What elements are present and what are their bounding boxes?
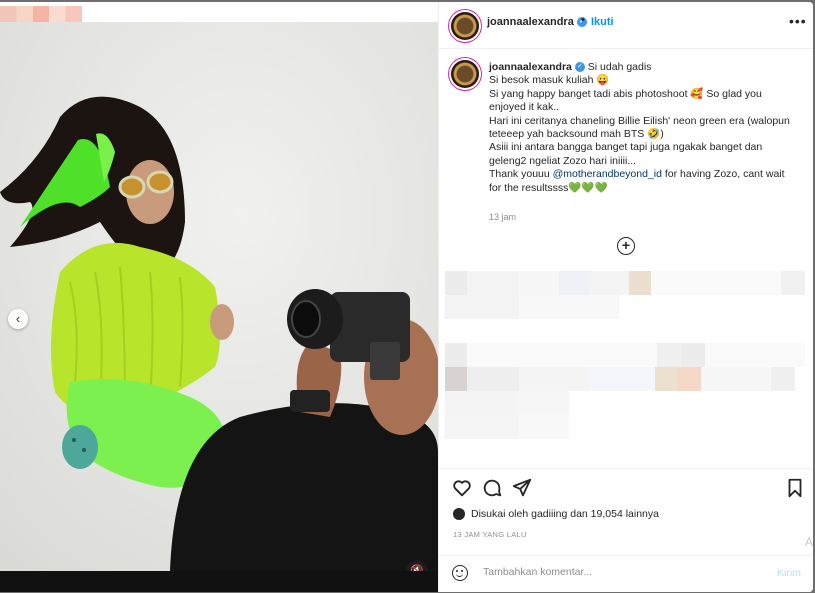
blurred-comment [445,415,569,439]
username: joannaalexandra [487,16,574,28]
comment-input[interactable] [481,565,765,579]
caption-line: for the resultssss💚💚💚 [489,181,608,194]
comment-composer: Kirim [439,555,813,592]
blurred-comment [445,271,805,295]
post-modal: ‹ 🔇 joannaalexandra ✓ • Ikuti ••• joannaa… [0,2,813,592]
caption-line: geleng2 ngeliat Zozo hari iniiii... [489,154,637,167]
caption-line: Hari ini ceritanya chaneling Billie Eili… [489,114,790,127]
load-more-comments-icon[interactable]: + [617,237,635,255]
post-media[interactable]: ‹ 🔇 [0,22,438,571]
emoji-icon[interactable] [452,565,468,581]
post-actions [439,468,813,505]
media-bottom-strip [0,571,438,592]
avatar[interactable] [451,12,479,40]
caption-line: for having Zozo, cant wait [664,168,785,181]
comment-icon[interactable] [481,477,503,499]
caption-username[interactable]: joannaalexandra [489,61,572,73]
post-sidebar: joannaalexandra ✓ • Ikuti ••• joannaalexa… [438,2,813,592]
mention-link[interactable]: @motherandbeyond_id [553,168,662,180]
more-options-icon[interactable]: ••• [789,13,807,29]
caption-avatar[interactable] [451,60,479,88]
username-link[interactable]: joannaalexandra ✓ [487,16,587,28]
offscreen-text-fragment: A [805,535,814,549]
caption-line: Si besok masuk kuliah 😛 [489,74,610,87]
posted-time: 13 JAM YANG LALU [453,530,527,539]
chevron-left-icon: ‹ [15,311,21,326]
post-caption: joannaalexandra ✓ Si udah gadis Si besok … [489,61,809,195]
blurred-comment [445,391,569,415]
likes-text: Disukai oleh gadiiing dan 19,054 lainnya [471,508,659,520]
caption-line: enjoyed it kak.. [489,101,560,114]
caption-line: Thank youuu [489,168,553,181]
caption-line: Asiii ini antara bangga banget tapi juga… [489,141,763,154]
media-top-strip [0,2,438,28]
post-photo [0,22,438,571]
heart-icon[interactable] [451,477,473,499]
post-header: joannaalexandra ✓ • Ikuti ••• [439,2,813,49]
caption-time: 13 jam [489,212,517,222]
blurred-comment [445,295,619,319]
post-comment-button[interactable]: Kirim [777,567,801,579]
bookmark-icon[interactable] [784,477,806,499]
caption-line: Si yang happy banget tadi abis photoshoo… [489,87,762,100]
share-icon[interactable] [511,477,533,499]
separator-dot: • [581,14,585,26]
carousel-prev-button[interactable]: ‹ [8,309,28,329]
blurred-comment [445,367,795,391]
likes-summary[interactable]: Disukai oleh gadiiing dan 19,054 lainnya [453,508,659,520]
follow-button[interactable]: Ikuti [591,16,614,28]
caption-line: teteeep yah backsound mah BTS 🤣) [489,128,664,141]
blurred-comment [445,343,805,367]
liker-avatar [453,508,465,520]
verified-badge-icon: ✓ [574,62,585,73]
caption-line: Si udah gadis [587,61,652,73]
comments-pane[interactable]: joannaalexandra ✓ Si udah gadis Si besok … [439,49,813,459]
